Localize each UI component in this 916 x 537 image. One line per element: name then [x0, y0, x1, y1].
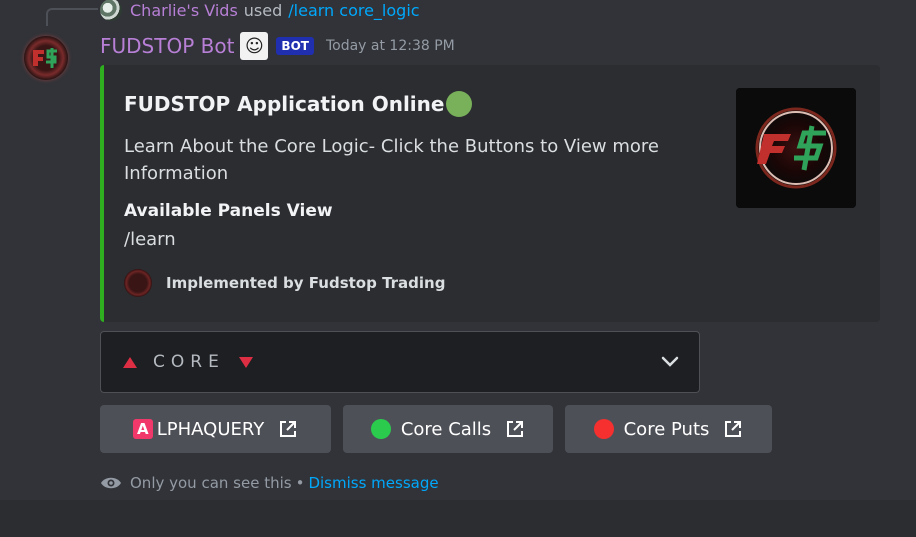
dismiss-message-link[interactable]: Dismiss message: [308, 474, 438, 492]
chevron-down-icon: [661, 356, 679, 367]
core-puts-button-label: Core Puts: [623, 418, 710, 440]
embed-footer-text: Implemented by Fudstop Trading: [166, 274, 446, 292]
replied-user-avatar[interactable]: [100, 0, 122, 21]
reply-connector-line: [46, 8, 98, 26]
fudstop-logo-icon: [33, 48, 57, 68]
eye-icon: [101, 477, 121, 489]
embed-field-name: Available Panels View: [124, 201, 333, 221]
message-header: FUDSTOP Bot ☺ BOT Today at 12:38 PM: [100, 32, 455, 60]
core-puts-link-button[interactable]: Core Puts: [565, 405, 772, 453]
reply-context[interactable]: Charlie's Vids used /learn core_logic: [100, 0, 420, 21]
alphaquery-button-label: LPHAQUERY: [156, 418, 265, 440]
select-placeholder: CORE: [153, 352, 225, 372]
external-link-icon: [507, 421, 524, 437]
embed-title: FUDSTOP Application Online: [124, 91, 473, 117]
green-circle-icon: [370, 419, 391, 439]
ephemeral-notice: Only you can see this • Dismiss message: [100, 473, 439, 493]
red-triangle-up-icon: [123, 356, 137, 368]
bot-badge: BOT: [276, 37, 314, 55]
bot-avatar[interactable]: [24, 36, 68, 80]
slash-command-link[interactable]: /learn core_logic: [288, 1, 419, 20]
ephemeral-separator: •: [295, 474, 305, 492]
fudstop-thumbnail-icon: [736, 88, 856, 208]
red-triangle-down-icon: [238, 356, 253, 368]
embed-card: FUDSTOP Application Online Learn About t…: [100, 65, 880, 322]
embed-field-value: /learn: [124, 229, 176, 250]
core-calls-link-button[interactable]: Core Calls: [343, 405, 553, 453]
chat-bottom-area: [0, 500, 916, 537]
embed-thumbnail[interactable]: [736, 88, 856, 208]
bot-username[interactable]: FUDSTOP Bot: [100, 34, 234, 58]
red-circle-icon: [593, 419, 614, 439]
replied-username[interactable]: Charlie's Vids: [130, 1, 238, 20]
alphaquery-link-button[interactable]: A LPHAQUERY: [100, 405, 331, 453]
footer-logo-icon: [124, 269, 152, 297]
core-select-menu[interactable]: CORE: [100, 331, 700, 393]
embed-footer: Implemented by Fudstop Trading: [124, 269, 445, 297]
reply-used-text: used: [243, 0, 283, 20]
external-link-icon: [280, 421, 297, 437]
regional-indicator-a-icon: A: [132, 419, 153, 439]
ephemeral-text: Only you can see this: [130, 474, 292, 492]
embed-description: Learn About the Core Logic- Click the Bu…: [124, 136, 659, 184]
embed-title-text: FUDSTOP Application Online: [124, 92, 445, 116]
external-link-icon: [725, 421, 742, 437]
server-tag-icon: ☺: [240, 32, 269, 60]
green-circle-icon: [446, 91, 473, 117]
core-calls-button-label: Core Calls: [400, 418, 492, 440]
message-timestamp[interactable]: Today at 12:38 PM: [326, 38, 455, 54]
